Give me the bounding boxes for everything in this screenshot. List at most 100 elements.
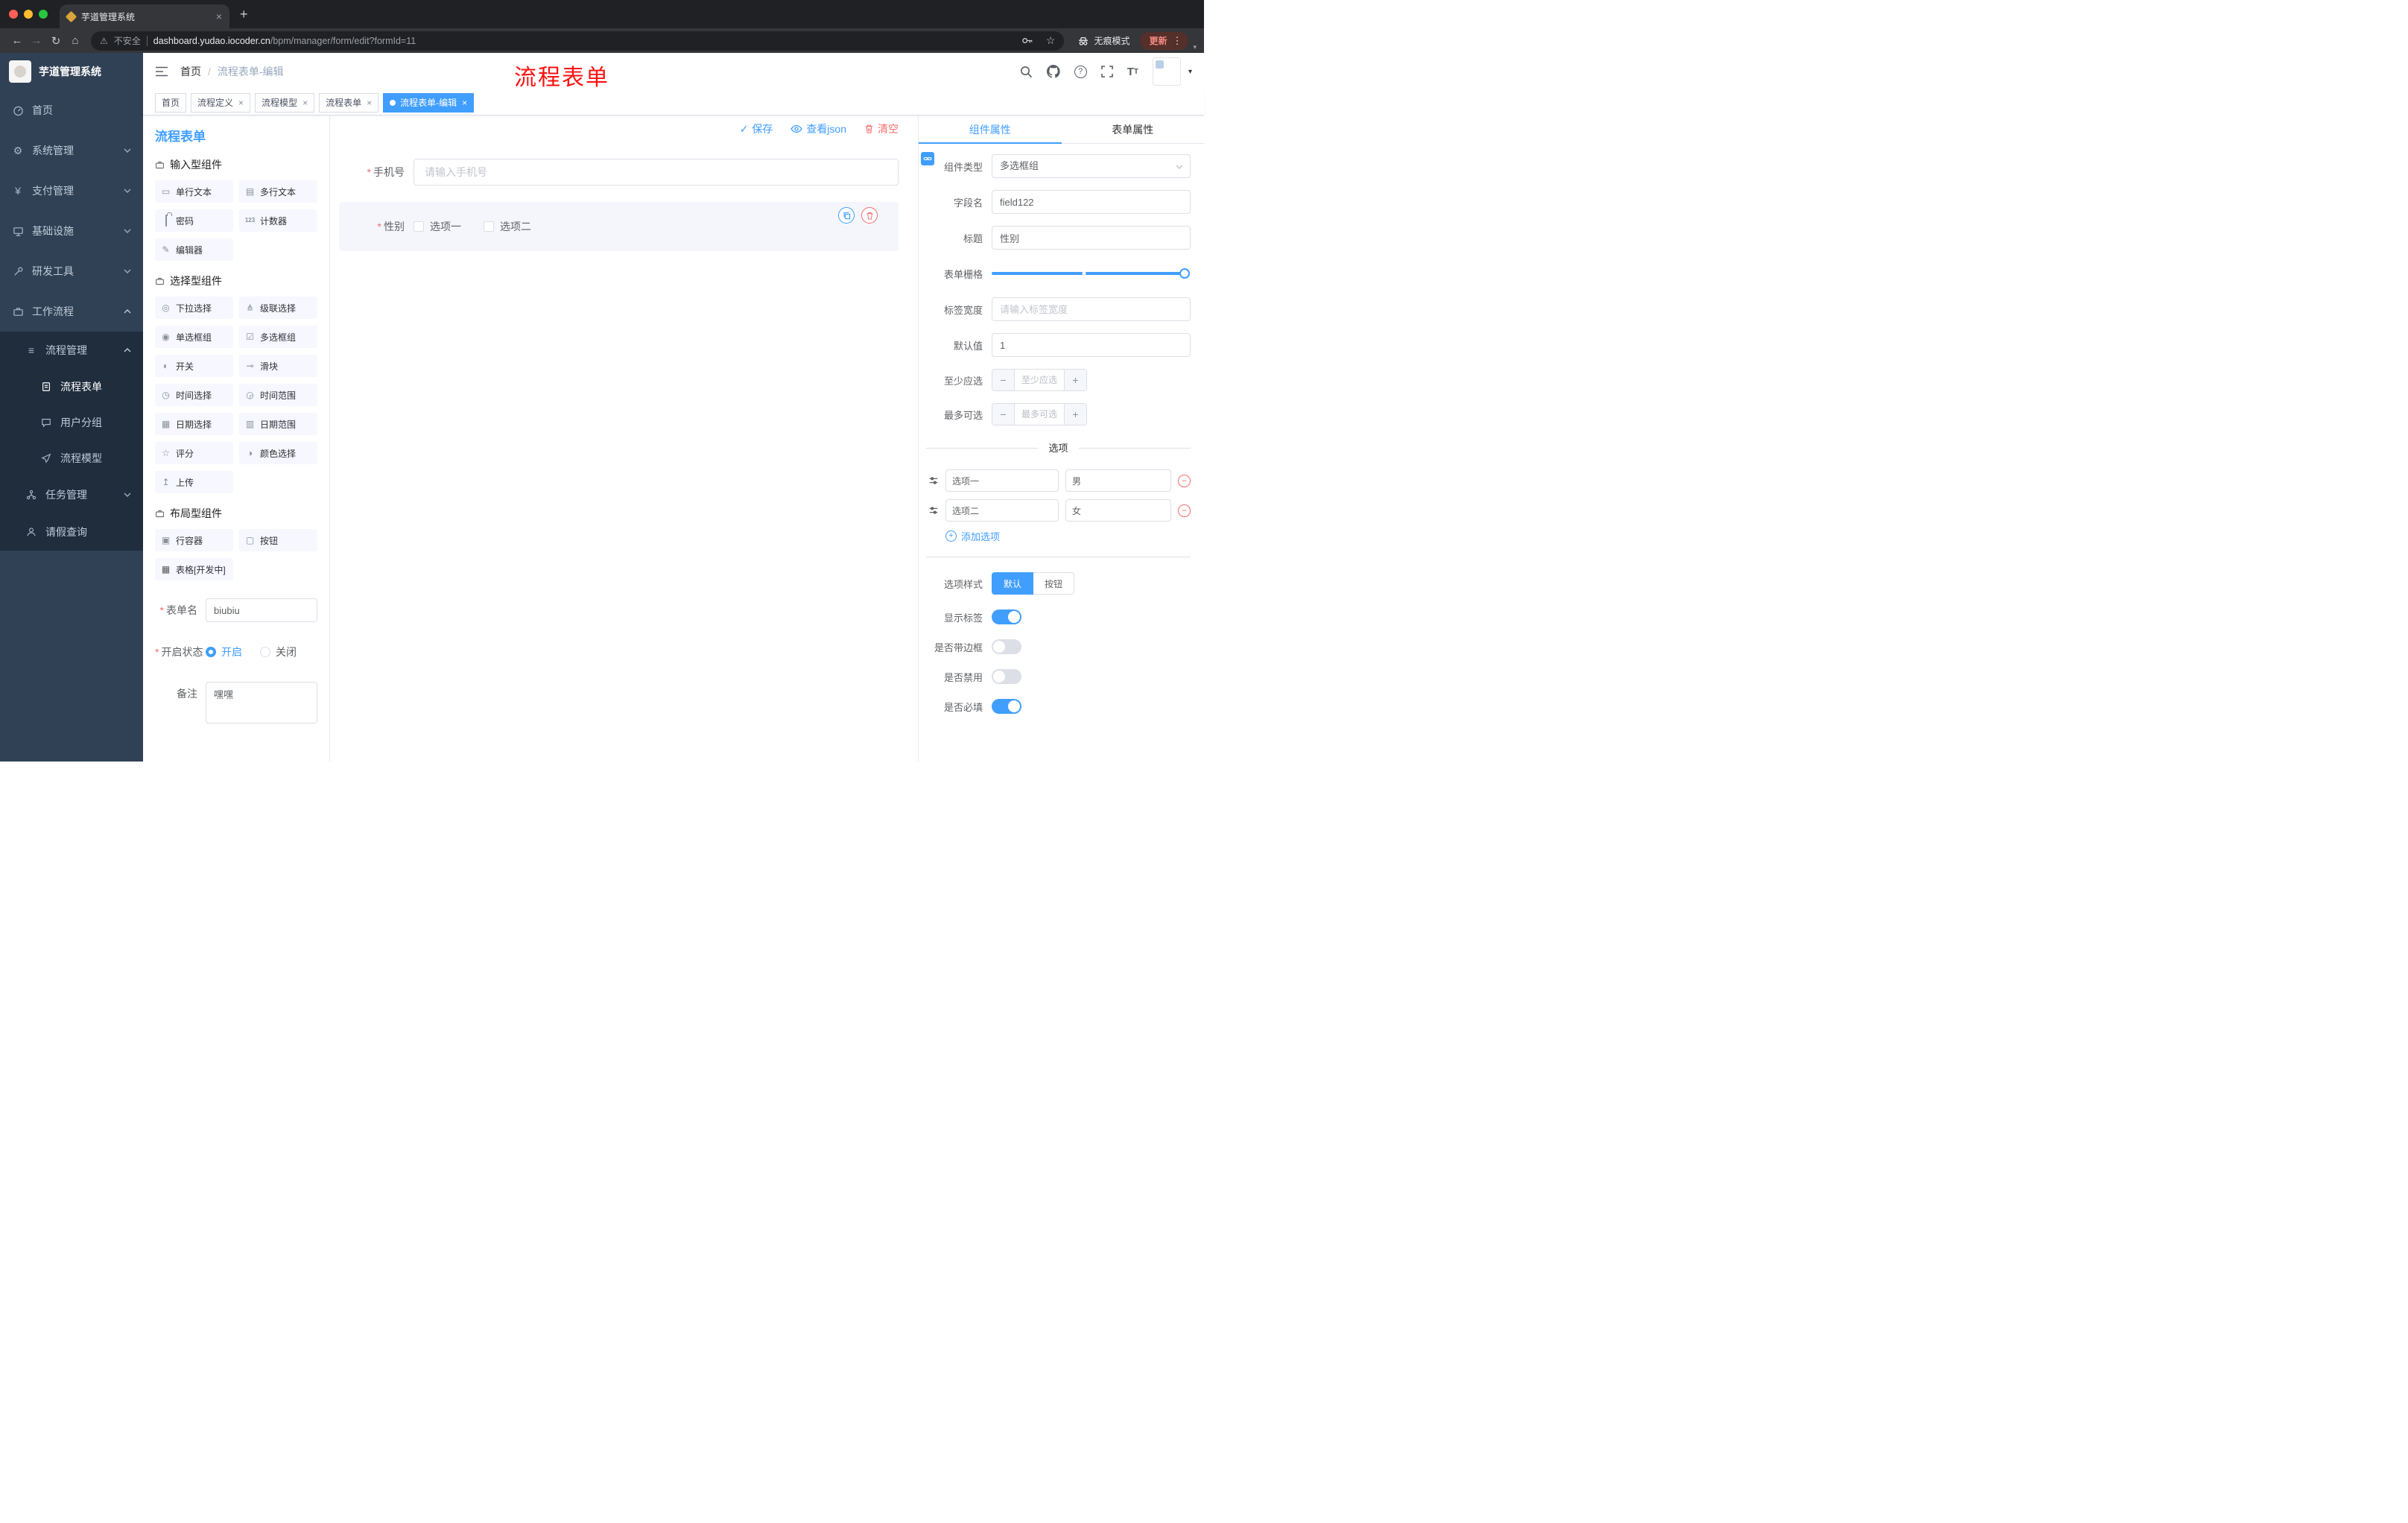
increase-button[interactable]: + <box>1064 404 1086 425</box>
browser-menu-icon[interactable]: ⋮ <box>1172 35 1182 47</box>
default-value-input[interactable] <box>992 333 1191 357</box>
required-switch[interactable] <box>992 699 1021 714</box>
github-icon[interactable] <box>1046 65 1060 78</box>
bookmark-star-icon[interactable]: ☆ <box>1046 34 1056 47</box>
decrease-button[interactable]: − <box>992 404 1015 425</box>
drag-handle-icon[interactable] <box>928 475 939 486</box>
back-icon[interactable]: ← <box>7 34 27 47</box>
component-select[interactable]: ◎ 下拉选择 <box>155 297 233 319</box>
sidebar-collapse-icon[interactable] <box>155 66 168 77</box>
form-name-input[interactable] <box>206 598 317 622</box>
component-button[interactable]: ▢ 按钮 <box>239 529 317 551</box>
fullscreen-icon[interactable] <box>1100 66 1113 77</box>
delete-widget-button[interactable] <box>861 207 878 224</box>
remove-option-button[interactable]: − <box>1178 474 1191 487</box>
label-width-input[interactable] <box>992 297 1191 321</box>
component-date-picker[interactable]: ▦ 日期选择 <box>155 413 233 435</box>
component-cascader[interactable]: ⋔ 级联选择 <box>239 297 317 319</box>
component-rate[interactable]: ☆ 评分 <box>155 442 233 464</box>
sidebar-item-payment[interactable]: ¥ 支付管理 <box>0 171 143 211</box>
avatar-caret-icon[interactable]: ▾ <box>1188 68 1192 76</box>
avatar[interactable] <box>1152 57 1181 86</box>
component-checkbox-group[interactable]: ☑ 多选框组 <box>239 326 317 348</box>
help-icon[interactable]: ? <box>1074 65 1087 78</box>
status-on-radio[interactable]: 开启 <box>206 645 242 659</box>
canvas-field-phone[interactable]: 手机号 <box>339 159 899 186</box>
form-grid-slider[interactable] <box>992 262 1190 285</box>
reload-icon[interactable]: ↻ <box>46 34 66 48</box>
status-off-radio[interactable]: 关闭 <box>260 645 297 659</box>
component-type-select[interactable]: 多选框组 <box>992 154 1191 178</box>
component-editor[interactable]: ✎ 编辑器 <box>155 238 233 261</box>
sidebar-item-devtools[interactable]: 研发工具 <box>0 251 143 291</box>
component-multi-text[interactable]: ▤ 多行文本 <box>239 180 317 203</box>
component-slider[interactable]: ⊸ 滑块 <box>239 355 317 377</box>
sidebar-item-process-model[interactable]: 流程模型 <box>0 440 143 476</box>
tag-process-form-edit[interactable]: 流程表单-编辑 × <box>383 92 475 113</box>
home-icon[interactable]: ⌂ <box>66 34 85 47</box>
component-counter[interactable]: 123 计数器 <box>239 209 317 232</box>
component-time-picker[interactable]: ◷ 时间选择 <box>155 384 233 406</box>
gender-option2-checkbox[interactable]: 选项二 <box>484 219 531 234</box>
tab-close-icon[interactable]: × <box>216 11 222 22</box>
tag-home[interactable]: 首页 <box>155 92 187 113</box>
field-name-input[interactable] <box>992 190 1191 214</box>
component-row-container[interactable]: ▣ 行容器 <box>155 529 233 551</box>
new-tab-button[interactable]: + <box>240 7 248 22</box>
component-date-range[interactable]: ▥ 日期范围 <box>239 413 317 435</box>
save-button[interactable]: ✓ 保存 <box>740 121 773 136</box>
sidebar-item-process-form[interactable]: 流程表单 <box>0 369 143 405</box>
slider-track[interactable] <box>992 268 1190 279</box>
title-input[interactable] <box>992 226 1191 250</box>
remark-textarea[interactable]: 嘿嘿 <box>206 682 317 723</box>
component-radio-group[interactable]: ◉ 单选框组 <box>155 326 233 348</box>
link-icon[interactable] <box>921 152 934 165</box>
tag-close-icon[interactable]: × <box>302 98 308 108</box>
tag-process-form[interactable]: 流程表单 × <box>319 92 379 113</box>
tag-close-icon[interactable]: × <box>367 98 372 108</box>
close-window-button[interactable] <box>9 10 18 19</box>
component-color-picker[interactable]: ◑ 颜色选择 <box>239 442 317 464</box>
component-single-text[interactable]: ▭ 单行文本 <box>155 180 233 203</box>
tag-close-icon[interactable]: × <box>462 98 467 108</box>
option1-value-input[interactable] <box>1065 469 1171 492</box>
with-border-switch[interactable] <box>992 639 1021 654</box>
canvas-field-gender-selected[interactable]: 性别 选项一 选项二 <box>339 202 899 251</box>
view-json-button[interactable]: 查看json <box>790 121 846 136</box>
tab-component-props[interactable]: 组件属性 <box>919 115 1062 144</box>
sidebar-item-home[interactable]: 首页 <box>0 90 143 130</box>
slider-handle[interactable] <box>1179 268 1190 279</box>
phone-input[interactable] <box>414 159 899 186</box>
copy-widget-button[interactable] <box>838 207 855 224</box>
browser-tab[interactable]: 芋道管理系统 × <box>60 4 229 28</box>
breadcrumb-home[interactable]: 首页 <box>180 64 201 79</box>
show-label-switch[interactable] <box>992 609 1021 624</box>
tab-form-props[interactable]: 表单属性 <box>1062 115 1205 143</box>
search-icon[interactable] <box>1020 66 1033 78</box>
address-bar[interactable]: ⚠ 不安全 dashboard.yudao.iocoder.cn/bpm/man… <box>91 31 1065 51</box>
decrease-button[interactable]: − <box>992 370 1015 390</box>
sidebar-item-task-mgmt[interactable]: 任务管理 <box>0 476 143 513</box>
tag-process-model[interactable]: 流程模型 × <box>255 92 315 113</box>
component-password[interactable]: 密码 <box>155 209 233 232</box>
tag-close-icon[interactable]: × <box>238 98 244 108</box>
forward-icon[interactable]: → <box>27 34 46 47</box>
sidebar-item-system[interactable]: ⚙ 系统管理 <box>0 130 143 171</box>
style-default-button[interactable]: 默认 <box>992 572 1034 595</box>
sidebar-item-user-group[interactable]: 用户分组 <box>0 405 143 440</box>
drag-handle-icon[interactable] <box>928 505 939 516</box>
gender-option1-checkbox[interactable]: 选项一 <box>414 219 461 234</box>
component-upload[interactable]: ↥ 上传 <box>155 471 233 493</box>
sidebar-item-workflow[interactable]: 工作流程 <box>0 291 143 332</box>
disabled-switch[interactable] <box>992 669 1021 684</box>
clear-button[interactable]: 清空 <box>864 121 899 136</box>
minimize-window-button[interactable] <box>24 10 33 19</box>
option2-value-input[interactable] <box>1065 499 1171 522</box>
remove-option-button[interactable]: − <box>1178 504 1191 517</box>
password-key-icon[interactable] <box>1021 35 1033 46</box>
tag-process-definition[interactable]: 流程定义 × <box>191 92 251 113</box>
sidebar-item-leave-query[interactable]: 请假查询 <box>0 513 143 551</box>
style-button-button[interactable]: 按钮 <box>1033 572 1075 595</box>
font-size-icon[interactable]: TT <box>1127 66 1138 78</box>
component-table[interactable]: ▦ 表格[开发中] <box>155 558 233 580</box>
